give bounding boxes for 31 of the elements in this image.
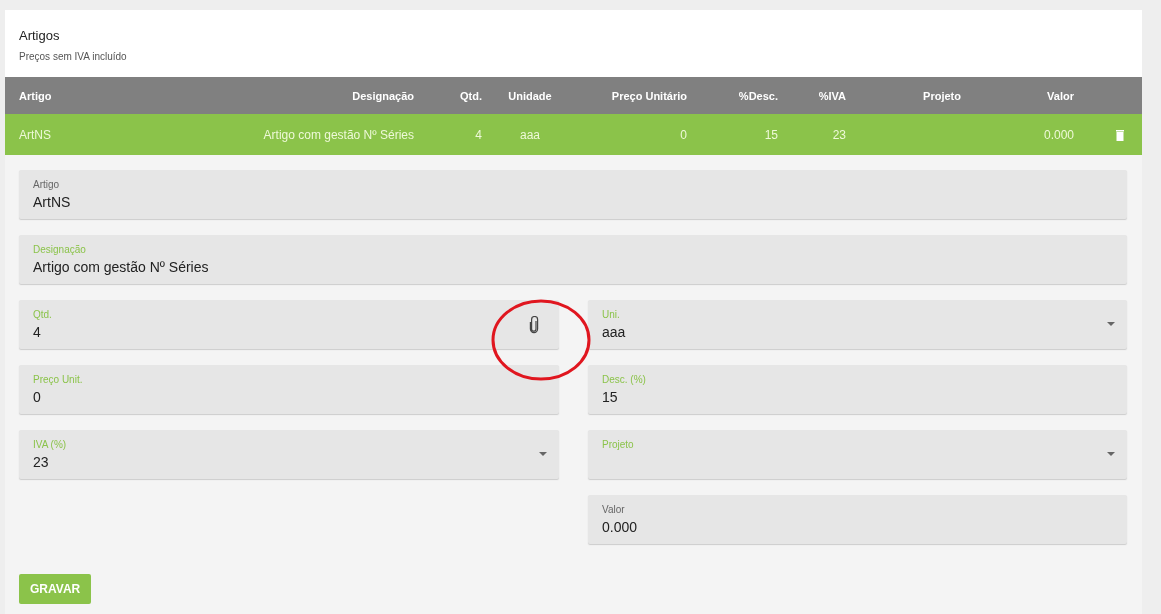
input-field[interactable]: Qtd. 4 xyxy=(19,300,559,349)
column-header: Designação xyxy=(351,89,414,102)
dropdown-caret-icon xyxy=(1107,322,1115,326)
table-cell-text: aaa xyxy=(519,127,541,142)
table-cell-text: Artigo com gestão Nº Séries xyxy=(262,127,414,142)
column-header: Projeto xyxy=(922,89,962,102)
column-header: Preço Unitário xyxy=(610,89,687,102)
input-field[interactable]: Desc. (%) 15 xyxy=(588,365,1127,414)
select-field[interactable]: Uni. aaa xyxy=(588,300,1127,349)
column-header: %Desc. xyxy=(737,89,778,102)
select-field[interactable]: IVA (%) 23 xyxy=(19,430,559,479)
column-header: Qtd. xyxy=(459,89,482,102)
table-cell-text: ArtNS xyxy=(19,127,52,142)
dropdown-caret-icon xyxy=(1107,452,1115,456)
column-header: Unidade xyxy=(507,89,553,102)
input-field[interactable]: Artigo ArtNS xyxy=(19,170,1127,219)
paperclip-icon[interactable] xyxy=(529,316,539,334)
table-cell-text: 4 xyxy=(474,127,482,142)
table-cell-text: 0 xyxy=(679,127,687,142)
card-subtitle: Preços sem IVA incluído xyxy=(19,51,128,62)
input-field[interactable]: Designação Artigo com gestão Nº Séries xyxy=(19,235,1127,284)
input-field[interactable]: Preço Unit. 0 xyxy=(19,365,559,414)
table-cell-text: 23 xyxy=(831,127,846,142)
column-header: Artigo xyxy=(19,89,53,102)
table-cell-text: 0.000 xyxy=(1042,127,1074,142)
input-field[interactable]: Valor 0.000 xyxy=(588,495,1127,544)
card-title: Artigos xyxy=(19,28,61,43)
table-cell-text: 15 xyxy=(763,127,778,142)
column-header: %IVA xyxy=(817,89,846,102)
dropdown-caret-icon xyxy=(539,452,547,456)
column-header: Valor xyxy=(1046,89,1074,102)
